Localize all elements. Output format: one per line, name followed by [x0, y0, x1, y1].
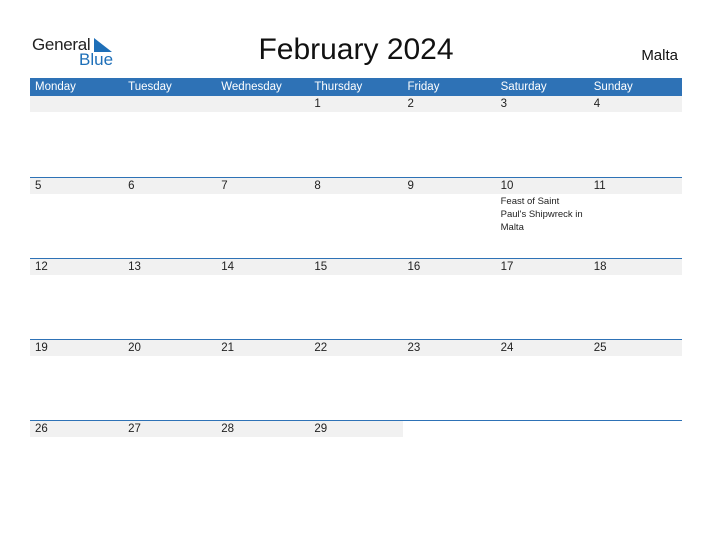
day-number: 10: [495, 178, 589, 194]
day-number: [216, 96, 310, 112]
weekday-sunday: Sunday: [593, 81, 633, 93]
day-cell: 10 Feast of Saint Paul's Shipwreck in Mal…: [495, 178, 589, 258]
day-cell: 23: [402, 340, 496, 420]
day-number: 20: [123, 340, 217, 356]
weekday-header: Monday Tuesday Wednesday Thursday Friday Satu…: [30, 78, 682, 96]
day-number: 5: [30, 178, 124, 194]
week-row: 19 20 21 22 23 24 25: [30, 339, 682, 420]
day-number: 26: [30, 421, 124, 437]
day-cell: 21: [216, 340, 310, 420]
day-cell: 24: [495, 340, 589, 420]
day-number: 21: [216, 340, 310, 356]
day-cell: 19: [30, 340, 124, 420]
day-cell: 27: [123, 421, 217, 501]
holiday-event: Feast of Saint Paul's Shipwreck in Malta: [500, 196, 583, 233]
day-cell: 29: [309, 421, 403, 501]
day-cell: 9: [402, 178, 496, 258]
week-row: 1234: [30, 96, 682, 177]
day-number: 16: [402, 259, 496, 275]
day-cell: 4: [588, 96, 682, 177]
day-number: 23: [402, 340, 496, 356]
day-number: 1: [309, 96, 403, 112]
day-cell: 14: [216, 259, 310, 339]
day-number: [402, 421, 496, 437]
day-number: 2: [402, 96, 496, 112]
weekday-tuesday: Tuesday: [128, 81, 172, 93]
day-cell: [402, 421, 496, 501]
day-cell: 16: [402, 259, 496, 339]
day-cell: 3: [495, 96, 589, 177]
day-number: 8: [309, 178, 403, 194]
page-title: February 2024: [258, 33, 454, 66]
day-number: 9: [402, 178, 496, 194]
day-number: 24: [495, 340, 589, 356]
day-cell: 13: [123, 259, 217, 339]
day-number: 14: [216, 259, 310, 275]
day-cell: [495, 421, 589, 501]
day-cell: [123, 96, 217, 177]
day-number: 6: [123, 178, 217, 194]
day-number: 22: [309, 340, 403, 356]
day-number: 25: [588, 340, 682, 356]
day-number: 19: [30, 340, 124, 356]
day-cell: 15: [309, 259, 403, 339]
day-cell: 7: [216, 178, 310, 258]
day-number: 29: [309, 421, 403, 437]
day-cell: 5: [30, 178, 124, 258]
day-cell: 20: [123, 340, 217, 420]
day-number: [495, 421, 589, 437]
weekday-wednesday: Wednesday: [221, 81, 282, 93]
day-number: 18: [588, 259, 682, 275]
day-cell: 17: [495, 259, 589, 339]
weekday-thursday: Thursday: [314, 81, 363, 93]
day-cell: 8: [309, 178, 403, 258]
day-cell: 12: [30, 259, 124, 339]
day-cell: 2: [402, 96, 496, 177]
day-number: [30, 96, 124, 112]
day-number: [123, 96, 217, 112]
day-number: 12: [30, 259, 124, 275]
day-number: 7: [216, 178, 310, 194]
day-number: 28: [216, 421, 310, 437]
day-cell: 11: [588, 178, 682, 258]
week-row: 12 13 14 15 16 17 18: [30, 258, 682, 339]
day-cell: 1: [309, 96, 403, 177]
day-cell: [30, 96, 124, 177]
weekday-friday: Friday: [407, 81, 440, 93]
day-cell: 26: [30, 421, 124, 501]
day-cell: 18: [588, 259, 682, 339]
day-number: 13: [123, 259, 217, 275]
day-number: 15: [309, 259, 403, 275]
calendar-body: 1 2 3 4 5 6 7 8 9 10 Feast of Saint Paul's Shipwre…: [30, 96, 682, 501]
day-cell: 22: [309, 340, 403, 420]
day-number: 3: [495, 96, 589, 112]
weekday-monday: Monday: [35, 81, 76, 93]
day-cell: 28: [216, 421, 310, 501]
day-number: 4: [588, 96, 682, 112]
day-number: [588, 421, 682, 437]
day-number: 27: [123, 421, 217, 437]
day-cell: 25: [588, 340, 682, 420]
day-cell: 6: [123, 178, 217, 258]
weekday-saturday: Saturday: [500, 81, 547, 93]
country-label: Malta: [641, 47, 678, 64]
calendar: Monday Tuesday Wednesday Thursday Friday Satu…: [30, 78, 682, 501]
day-number: 17: [495, 259, 589, 275]
week-row: 5 6 7 8 9 10 Feast of Saint Paul's Shipwreck i…: [30, 177, 682, 258]
day-number: 11: [588, 178, 682, 194]
day-cell: [216, 96, 310, 177]
week-row: 26 27 28 29: [30, 420, 682, 501]
day-cell: [588, 421, 682, 501]
